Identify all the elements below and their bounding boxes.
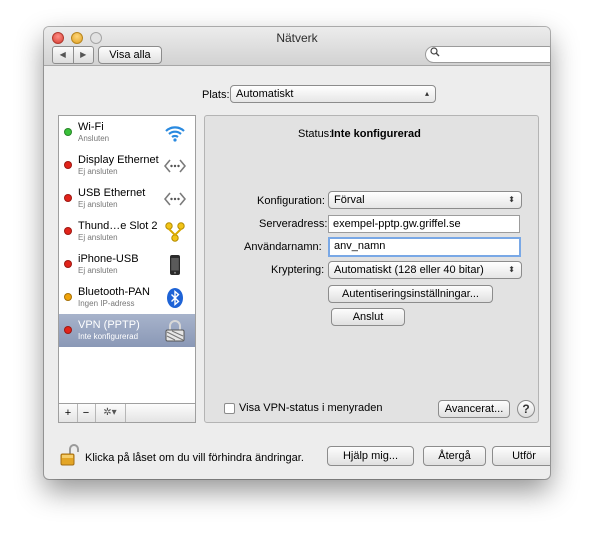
service-name: Thund…e Slot 2 bbox=[78, 220, 158, 232]
show-vpn-status-checkbox[interactable] bbox=[224, 403, 235, 414]
bluetooth-icon bbox=[164, 287, 186, 309]
account-name-label: Användarnamn: bbox=[244, 241, 322, 253]
popup-arrows-icon: ▴ bbox=[424, 89, 429, 98]
add-service-button[interactable]: + bbox=[59, 404, 78, 422]
service-name: Bluetooth-PAN bbox=[78, 286, 150, 298]
service-item[interactable]: USB Ethernet Ej ansluten bbox=[59, 182, 195, 215]
authentication-settings-button[interactable]: Autentiseringsinställningar... bbox=[328, 285, 493, 303]
forward-button[interactable]: ▶ bbox=[74, 47, 94, 63]
gear-icon[interactable]: ✲▾ bbox=[95, 404, 126, 422]
service-list: Wi-Fi Ansluten Display Ethernet Ej ansluten… bbox=[58, 115, 196, 404]
configuration-popup[interactable]: Förval ⬍ bbox=[328, 191, 522, 209]
service-status: Ej ansluten bbox=[78, 233, 118, 242]
server-address-label: Serveradress: bbox=[259, 218, 328, 230]
back-button[interactable]: ◀ bbox=[53, 47, 74, 63]
assist-me-button[interactable]: Hjälp mig... bbox=[327, 446, 414, 466]
iphone-icon bbox=[164, 254, 186, 276]
status-value: Inte konfigurerad bbox=[331, 128, 421, 140]
connect-button[interactable]: Anslut bbox=[331, 308, 405, 326]
popup-arrows-icon: ⬍ bbox=[508, 195, 515, 204]
status-indicator bbox=[64, 194, 72, 202]
lock-icon[interactable] bbox=[60, 444, 80, 466]
service-item[interactable]: Wi-Fi Ansluten bbox=[59, 116, 195, 149]
service-name: Display Ethernet bbox=[78, 154, 159, 166]
service-item[interactable]: Thund…e Slot 2 Ej ansluten bbox=[59, 215, 195, 248]
remove-service-button[interactable]: − bbox=[77, 404, 96, 422]
search-icon bbox=[430, 47, 440, 62]
service-name: iPhone-USB bbox=[78, 253, 139, 265]
network-preferences-window: Nätverk ◀ ▶ Visa alla Plats: Automatiskt… bbox=[44, 27, 550, 479]
service-status: Ej ansluten bbox=[78, 167, 118, 176]
advanced-button[interactable]: Avancerat... bbox=[438, 400, 510, 418]
configuration-value: Förval bbox=[334, 194, 365, 206]
service-status: Ingen IP-adress bbox=[78, 299, 135, 308]
apply-button[interactable]: Utför bbox=[492, 446, 550, 466]
status-indicator bbox=[64, 260, 72, 268]
vpn-settings-panel: Status: Inte konfigurerad Konfiguration:… bbox=[204, 115, 539, 423]
location-value: Automatiskt bbox=[236, 88, 294, 100]
service-name: USB Ethernet bbox=[78, 187, 146, 199]
service-list-toolbar: + − ✲▾ bbox=[58, 403, 196, 423]
location-popup[interactable]: Automatiskt ▴ bbox=[230, 85, 436, 103]
service-status: Ej ansluten bbox=[78, 266, 118, 275]
ethernet-icon bbox=[163, 188, 187, 210]
service-status: Inte konfigurerad bbox=[78, 332, 139, 341]
encryption-label: Kryptering: bbox=[271, 264, 325, 276]
service-name: Wi-Fi bbox=[78, 121, 104, 133]
lock-hint-text: Klicka på låset om du vill förhindra änd… bbox=[85, 452, 304, 464]
service-item[interactable]: Display Ethernet Ej ansluten bbox=[59, 149, 195, 182]
service-item[interactable]: VPN (PPTP) Inte konfigurerad bbox=[59, 314, 195, 347]
back-forward-control: ◀ ▶ bbox=[52, 46, 94, 64]
location-label: Plats: bbox=[202, 89, 230, 101]
show-vpn-status-label: Visa VPN-status i menyraden bbox=[239, 402, 383, 414]
revert-button[interactable]: Återgå bbox=[423, 446, 486, 466]
panel-help-button[interactable]: ? bbox=[517, 400, 535, 418]
popup-arrows-icon: ⬍ bbox=[508, 265, 515, 274]
service-name: VPN (PPTP) bbox=[78, 319, 140, 331]
title-bar: Nätverk ◀ ▶ Visa alla bbox=[44, 27, 550, 66]
status-indicator bbox=[64, 326, 72, 334]
vpn-lock-icon bbox=[164, 320, 186, 342]
thunderbolt-icon bbox=[164, 221, 186, 243]
service-item[interactable]: Bluetooth-PAN Ingen IP-adress bbox=[59, 281, 195, 314]
account-name-input[interactable]: anv_namn bbox=[328, 237, 521, 257]
window-title: Nätverk bbox=[276, 31, 318, 45]
server-address-input[interactable]: exempel-pptp.gw.griffel.se bbox=[328, 215, 520, 233]
status-indicator bbox=[64, 227, 72, 235]
status-indicator bbox=[64, 293, 72, 301]
status-label: Status: bbox=[298, 128, 333, 140]
show-all-button[interactable]: Visa alla bbox=[98, 46, 162, 64]
service-status: Ej ansluten bbox=[78, 200, 118, 209]
encryption-popup[interactable]: Automatiskt (128 eller 40 bitar) ⬍ bbox=[328, 261, 522, 279]
status-indicator bbox=[64, 128, 72, 136]
status-indicator bbox=[64, 161, 72, 169]
service-item[interactable]: iPhone-USB Ej ansluten bbox=[59, 248, 195, 281]
encryption-value: Automatiskt (128 eller 40 bitar) bbox=[334, 264, 484, 276]
ethernet-icon bbox=[163, 155, 187, 177]
service-status: Ansluten bbox=[78, 134, 110, 143]
search-field[interactable] bbox=[425, 46, 550, 63]
wifi-icon bbox=[164, 122, 186, 144]
configuration-label: Konfiguration: bbox=[257, 195, 325, 207]
